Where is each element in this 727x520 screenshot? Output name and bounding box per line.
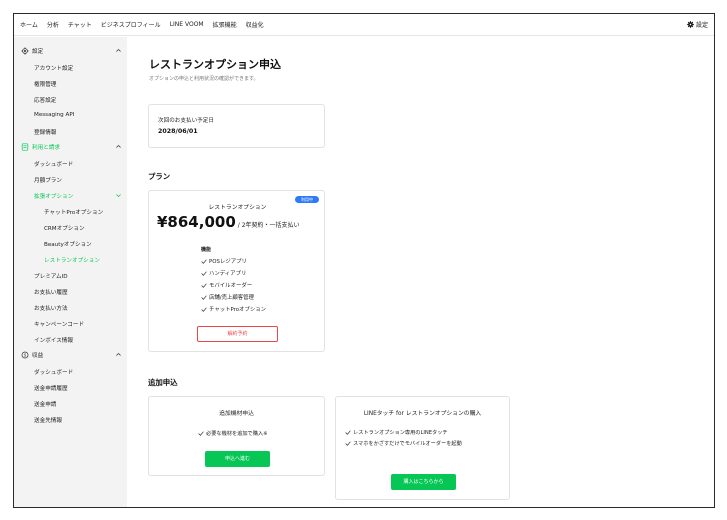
sidebar-item-response-settings[interactable]: 応答設定 xyxy=(34,96,56,104)
svg-text:$: $ xyxy=(24,352,27,357)
feature-item: 店舗/売上顧客管理 xyxy=(201,293,254,301)
chevron-up-icon[interactable] xyxy=(115,47,122,54)
sidebar-section-label: 収益 xyxy=(32,353,44,359)
feature-label: POSレジアプリ xyxy=(209,259,247,265)
sidebar-item-registration-info[interactable]: 登録情報 xyxy=(34,128,56,136)
nav-extensions[interactable]: 拡張機能 xyxy=(213,20,237,29)
check-icon xyxy=(201,294,207,300)
feature-label: ハンディアプリ xyxy=(209,271,247,277)
chevron-down-icon[interactable] xyxy=(115,192,122,199)
check-icon xyxy=(345,441,351,446)
next-payment-label: 次回のお支払い予定日 xyxy=(158,118,214,124)
plan-name: レストランオプション xyxy=(208,205,267,211)
addon-line: レストランオプション専用のLINEタッチ xyxy=(345,429,448,436)
nav-monetization[interactable]: 収益化 xyxy=(246,20,264,29)
sidebar-item-transfer-request[interactable]: 送金申請 xyxy=(34,400,56,408)
next-payment-card: 次回のお支払い予定日 2028/06/01 xyxy=(148,104,325,148)
gear-outline-icon xyxy=(21,47,29,55)
sidebar-item-revenue-dashboard[interactable]: ダッシュボード xyxy=(34,368,73,376)
sidebar-item-permissions[interactable]: 権限管理 xyxy=(34,80,56,88)
sidebar-item-premium-id[interactable]: プレミアムID xyxy=(34,272,68,280)
sidebar-item-transfer-destination[interactable]: 送金先情報 xyxy=(34,416,62,424)
check-icon xyxy=(201,258,207,264)
addon-line: スマホをかざすだけでモバイルオーダーを起動 xyxy=(345,440,462,447)
nav-home[interactable]: ホーム xyxy=(20,20,38,29)
sidebar-item-campaign-code[interactable]: キャンペーンコード xyxy=(34,320,84,328)
feature-label: モバイルオーダー xyxy=(209,283,253,289)
plan-price-suffix: / 2年契約・一括支払い xyxy=(237,222,300,229)
features-title: 機能 xyxy=(201,247,212,253)
nav-line-voom[interactable]: LINE VOOM xyxy=(170,21,204,28)
page-description: オプションの申込と利用状況の確認ができます。 xyxy=(149,76,259,82)
sidebar-item-invoice-info[interactable]: インボイス情報 xyxy=(34,336,73,344)
sidebar-item-chat-pro-option[interactable]: チャットProオプション xyxy=(44,208,103,216)
coin-icon: $ xyxy=(21,351,29,359)
sidebar-section-billing[interactable]: 利用と請求 xyxy=(21,143,60,151)
sidebar-section-label: 利用と請求 xyxy=(32,145,60,151)
chevron-up-icon[interactable] xyxy=(115,143,122,150)
sidebar-item-crm-option[interactable]: CRMオプション xyxy=(44,224,85,232)
addon-line: 必要な機材を追加で購入※ xyxy=(198,430,267,437)
sidebar-section-settings[interactable]: 設定 xyxy=(21,47,43,55)
app-window: ホーム 分析 チャット ビジネスプロフィール LINE VOOM 拡張機能 収益… xyxy=(13,13,715,508)
sidebar-item-account-settings[interactable]: アカウント設定 xyxy=(34,64,73,72)
next-payment-date: 2028/06/01 xyxy=(158,128,198,135)
nav-business-profile[interactable]: ビジネスプロフィール xyxy=(101,20,161,29)
line-touch-card: LINEタッチ for レストランオプションの購入 レストランオプション専用のL… xyxy=(335,396,510,500)
feature-label: チャットProオプション xyxy=(209,307,267,313)
sidebar-item-dashboard[interactable]: ダッシュボード xyxy=(34,160,73,168)
plan-card: 利用中 レストランオプション ¥864,000 / 2年契約・一括支払い 機能 … xyxy=(148,190,325,352)
proceed-to-apply-button[interactable]: 申込へ進む xyxy=(205,451,270,467)
nav-chat[interactable]: チャット xyxy=(68,20,92,29)
sidebar-item-transfer-history[interactable]: 送金申請履歴 xyxy=(34,384,68,392)
check-icon xyxy=(201,270,207,276)
addon-line-text: 必要な機材を追加で購入※ xyxy=(206,431,268,437)
sidebar-item-beauty-option[interactable]: Beautyオプション xyxy=(44,240,92,248)
additional-heading: 追加申込 xyxy=(148,378,178,387)
additional-equipment-card: 追加機材申込 必要な機材を追加で購入※ 申込へ進む xyxy=(148,396,325,476)
plan-heading: プラン xyxy=(148,172,171,181)
addon-title: LINEタッチ for レストランオプションの購入 xyxy=(363,411,482,417)
feature-item: チャットProオプション xyxy=(201,305,266,313)
price-row: ¥864,000 / 2年契約・一括支払い xyxy=(157,213,300,231)
main-content: レストランオプション申込 オプションの申込と利用状況の確認ができます。 次回のお… xyxy=(127,37,714,507)
addon-line-text: スマホをかざすだけでモバイルオーダーを起動 xyxy=(353,441,462,447)
feature-label: 店舗/売上顧客管理 xyxy=(209,295,254,301)
page-title: レストランオプション申込 xyxy=(149,58,281,71)
check-icon xyxy=(198,431,204,436)
feature-item: モバイルオーダー xyxy=(201,281,252,289)
feature-item: POSレジアプリ xyxy=(201,257,247,265)
purchase-here-button[interactable]: 購入はこちらから xyxy=(391,474,456,490)
sidebar-item-messaging-api[interactable]: Messaging API xyxy=(34,112,74,118)
check-icon xyxy=(345,430,351,435)
settings-link[interactable]: 設定 xyxy=(687,20,708,29)
sidebar-section-label: 設定 xyxy=(32,49,44,55)
check-icon xyxy=(201,306,207,312)
sidebar-item-restaurant-option[interactable]: レストランオプション xyxy=(44,256,100,264)
gear-icon xyxy=(687,21,694,28)
nav-analytics[interactable]: 分析 xyxy=(47,20,59,29)
top-navigation: ホーム 分析 チャット ビジネスプロフィール LINE VOOM 拡張機能 収益… xyxy=(14,14,714,36)
sidebar-item-payment-method[interactable]: お支払い方法 xyxy=(34,304,68,312)
sidebar-section-revenue[interactable]: $ 収益 xyxy=(21,351,43,359)
cancel-reservation-button[interactable]: 解約予約 xyxy=(197,326,278,342)
sidebar: 設定 アカウント設定 権限管理 応答設定 Messaging API 登録情報 … xyxy=(14,37,127,507)
plan-price: ¥864,000 xyxy=(157,213,236,231)
sidebar-item-monthly-plan[interactable]: 月額プラン xyxy=(34,176,62,184)
settings-label: 設定 xyxy=(695,22,708,29)
feature-item: ハンディアプリ xyxy=(201,269,246,277)
check-icon xyxy=(201,282,207,288)
chevron-up-icon[interactable] xyxy=(115,351,122,358)
sidebar-item-extension-options[interactable]: 拡張オプション xyxy=(34,192,73,200)
sidebar-item-payment-history[interactable]: お支払い履歴 xyxy=(34,288,68,296)
receipt-icon xyxy=(21,143,29,151)
addon-line-text: レストランオプション専用のLINEタッチ xyxy=(353,430,448,436)
addon-title: 追加機材申込 xyxy=(219,411,254,417)
